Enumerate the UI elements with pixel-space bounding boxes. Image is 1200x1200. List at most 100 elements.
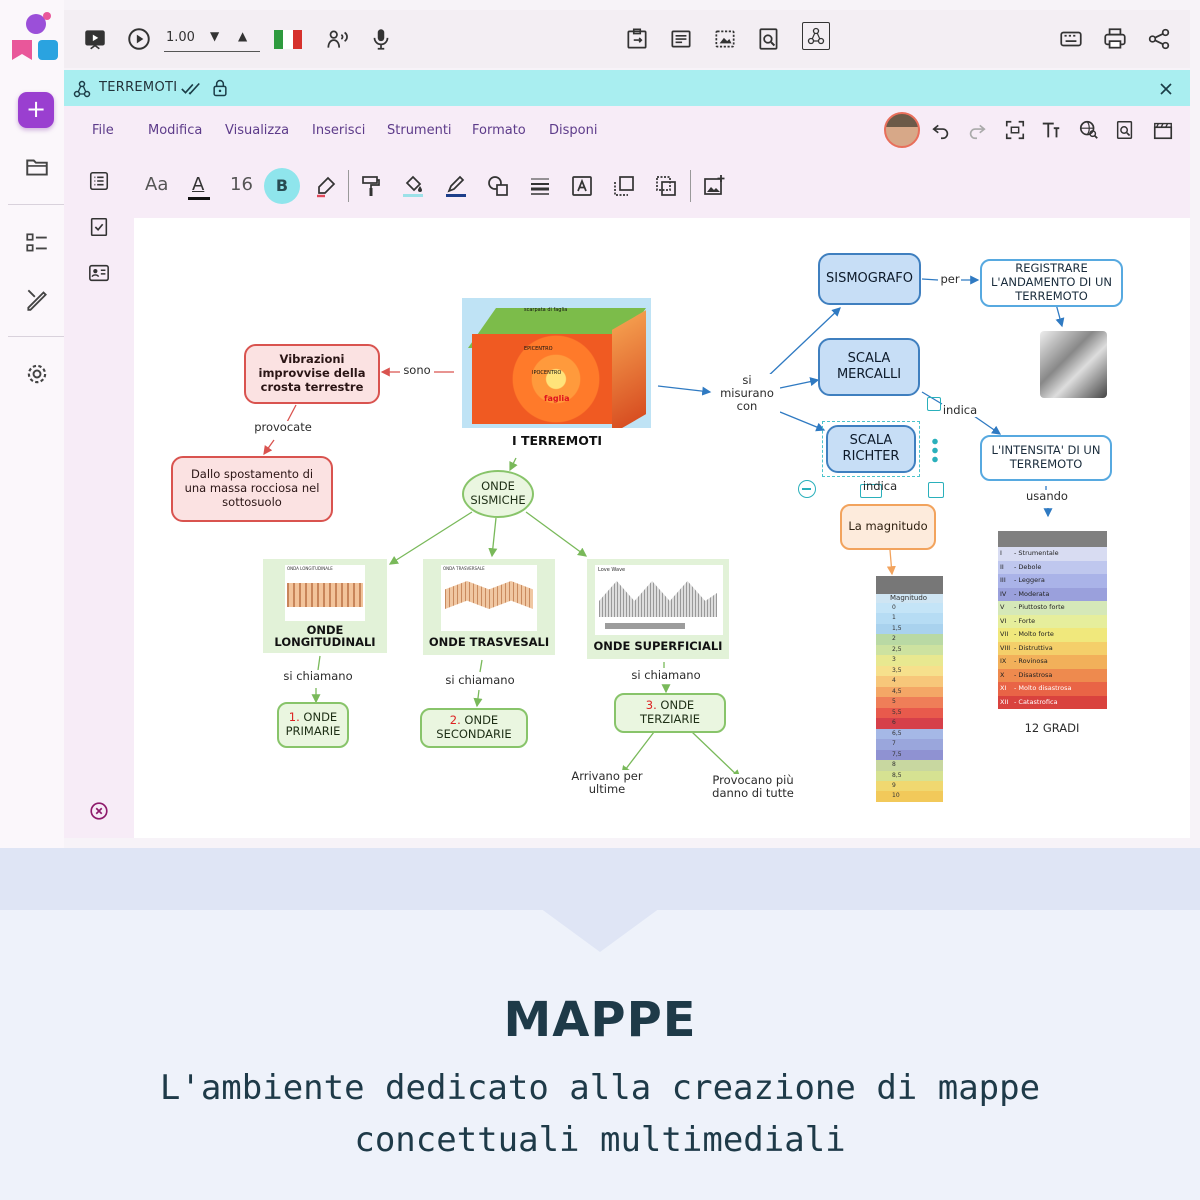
- node-scala-mercalli[interactable]: SCALA MERCALLI: [818, 338, 920, 396]
- list-icon[interactable]: [24, 230, 50, 256]
- node-registrare[interactable]: REGISTRARE L'ANDAMENTO DI UN TERREMOTO: [980, 259, 1123, 307]
- contact-card-icon[interactable]: [88, 262, 110, 284]
- presentation-icon[interactable]: [82, 26, 108, 52]
- menu-inserisci[interactable]: Inserisci: [312, 123, 365, 138]
- document-title: TERREMOTI: [99, 80, 178, 95]
- search-document-icon[interactable]: [756, 26, 782, 52]
- speed-select[interactable]: 1.00 ▼ ▲: [164, 29, 260, 52]
- resize-handle-icon[interactable]: [928, 482, 944, 498]
- video-clapper-icon[interactable]: [1152, 119, 1174, 141]
- more-options-icon[interactable]: [931, 437, 939, 463]
- long-image-title: ONDA LONGITUDINALE: [287, 566, 333, 571]
- lock-icon[interactable]: [210, 78, 230, 98]
- bold-button[interactable]: B: [264, 168, 300, 204]
- menu-formato[interactable]: Formato: [472, 123, 526, 138]
- undo-icon[interactable]: [930, 119, 952, 141]
- node-vibrazioni[interactable]: Vibrazioni improvvise della crosta terre…: [244, 344, 380, 404]
- mercalli-degree: IX: [1000, 657, 1007, 665]
- node-onde-primarie[interactable]: 1. ONDE PRIMARIE: [277, 702, 349, 748]
- menu-visualizza[interactable]: Visualizza: [225, 123, 289, 138]
- settings-gear-icon[interactable]: [24, 361, 50, 387]
- text-box-icon[interactable]: [570, 174, 594, 198]
- menu-disponi[interactable]: Disponi: [549, 123, 597, 138]
- text-style-icon[interactable]: [1040, 119, 1062, 141]
- print-icon[interactable]: [1102, 26, 1128, 52]
- checklist-document-icon[interactable]: [88, 216, 110, 238]
- find-in-document-icon[interactable]: [1114, 119, 1136, 141]
- bring-front-icon[interactable]: [612, 174, 636, 198]
- new-document-button[interactable]: +: [18, 92, 54, 128]
- line-color-icon[interactable]: [444, 174, 468, 198]
- draw-tool-icon[interactable]: [24, 286, 50, 312]
- card-onde-trasversali[interactable]: ONDA TRASVERSALE ONDE TRASVESALI: [423, 559, 555, 655]
- node-spostamento[interactable]: Dallo spostamento di una massa rocciosa …: [171, 456, 333, 522]
- fit-screen-icon[interactable]: [1004, 119, 1026, 141]
- font-family-button[interactable]: Aa: [145, 174, 168, 195]
- insert-image-icon[interactable]: [702, 174, 726, 198]
- export-map-icon[interactable]: [624, 26, 650, 52]
- node-sismografo[interactable]: SISMOGRAFO: [818, 253, 921, 305]
- line-weight-icon[interactable]: [528, 174, 552, 198]
- mercalli-table-row: VI - Forte: [998, 614, 1107, 628]
- open-folder-icon[interactable]: [24, 154, 50, 180]
- mercalli-table-image[interactable]: I - Strumentale II - Debole III - Leggera IV - …: [998, 531, 1107, 709]
- voice-reading-icon[interactable]: [324, 26, 350, 52]
- redo-icon[interactable]: [966, 119, 988, 141]
- magnitude-table-image[interactable]: Magnitudo 0 1 1,5 2 2,5 3 3,5 4 4,5 5 5,5 6 6,5 7 7,5 8 8…: [876, 576, 943, 802]
- longitudinal-wave-image: ONDA LONGITUDINALE: [285, 565, 365, 621]
- node-onde-secondarie[interactable]: 2. ONDE SECONDARIE: [420, 708, 528, 748]
- fill-color-icon[interactable]: [401, 174, 425, 198]
- concept-map-mode-button[interactable]: [802, 22, 830, 50]
- node-scala-richter[interactable]: SCALA RICHTER: [826, 425, 916, 473]
- image-gallery-icon[interactable]: [712, 26, 738, 52]
- outline-list-icon[interactable]: [88, 170, 110, 192]
- node-intensita[interactable]: L'INTENSITA' DI UN TERREMOTO: [980, 435, 1112, 481]
- text-document-icon[interactable]: [668, 26, 694, 52]
- mercalli-table-row: II - Debole: [998, 560, 1107, 574]
- format-painter-icon[interactable]: [359, 174, 383, 198]
- shapes-icon[interactable]: [486, 174, 510, 198]
- menu-modifica[interactable]: Modifica: [148, 123, 202, 138]
- font-size-value[interactable]: 16: [230, 174, 253, 195]
- lock-open-icon[interactable]: [927, 397, 941, 411]
- mercalli-degree: IV: [1000, 589, 1007, 598]
- card-onde-longitudinali[interactable]: ONDA LONGITUDINALE ONDE LONGITUDINALI: [263, 559, 387, 653]
- collapse-minus-icon[interactable]: [798, 480, 816, 498]
- close-circle-icon[interactable]: [88, 800, 110, 822]
- earthquake-diagram-image[interactable]: scarpata di faglia EPICENTRO IPOCENTRO f…: [462, 298, 651, 428]
- terziarie-number: 3.: [645, 698, 657, 713]
- mercalli-degree: III: [1000, 576, 1006, 584]
- close-icon[interactable]: [1156, 79, 1176, 99]
- font-color-icon: A: [192, 174, 205, 195]
- map-canvas[interactable]: scarpata di faglia EPICENTRO IPOCENTRO f…: [134, 218, 1190, 838]
- node-onde-sismiche[interactable]: ONDE SISMICHE: [462, 470, 534, 518]
- magnitude-table-row: 7,5: [876, 749, 943, 761]
- node-onde-terziarie[interactable]: 3. ONDE TERZIARIE: [614, 693, 726, 733]
- chevron-down-icon[interactable]: ▼: [210, 29, 219, 43]
- mercalli-description: - Distruttiva: [1014, 643, 1053, 652]
- card-onde-superficiali[interactable]: Love Wave ONDE SUPERFICIALI: [587, 559, 729, 659]
- link-label-provocate: provocate: [250, 420, 316, 435]
- chevron-up-icon[interactable]: ▲: [238, 29, 247, 43]
- send-back-icon[interactable]: [654, 174, 678, 198]
- user-avatar[interactable]: [884, 112, 920, 148]
- italian-flag-icon[interactable]: [274, 30, 302, 49]
- magnitude-table-row: 5,5: [876, 707, 943, 719]
- node-magnitudo[interactable]: La magnitudo: [840, 504, 936, 550]
- footer-headline: MAPPE: [503, 992, 697, 1048]
- seismograph-photo[interactable]: [1040, 331, 1107, 398]
- web-search-icon[interactable]: [1078, 119, 1100, 141]
- menu-strumenti[interactable]: Strumenti: [387, 123, 452, 138]
- share-icon[interactable]: [1146, 26, 1172, 52]
- mercalli-table-row: XII - Catastrofica: [998, 695, 1107, 709]
- font-color-button[interactable]: A: [188, 174, 210, 200]
- top-toolbar: 1.00 ▼ ▲: [64, 10, 1190, 68]
- menu-file[interactable]: File: [92, 123, 114, 138]
- mercalli-degree: I: [1000, 549, 1002, 557]
- play-icon[interactable]: [126, 26, 152, 52]
- highlighter-icon[interactable]: [314, 174, 338, 198]
- keyboard-icon[interactable]: [1058, 26, 1084, 52]
- magnitude-table-row: 8: [876, 760, 943, 771]
- document-tab-bar: TERREMOTI: [64, 70, 1190, 106]
- microphone-icon[interactable]: [368, 26, 394, 52]
